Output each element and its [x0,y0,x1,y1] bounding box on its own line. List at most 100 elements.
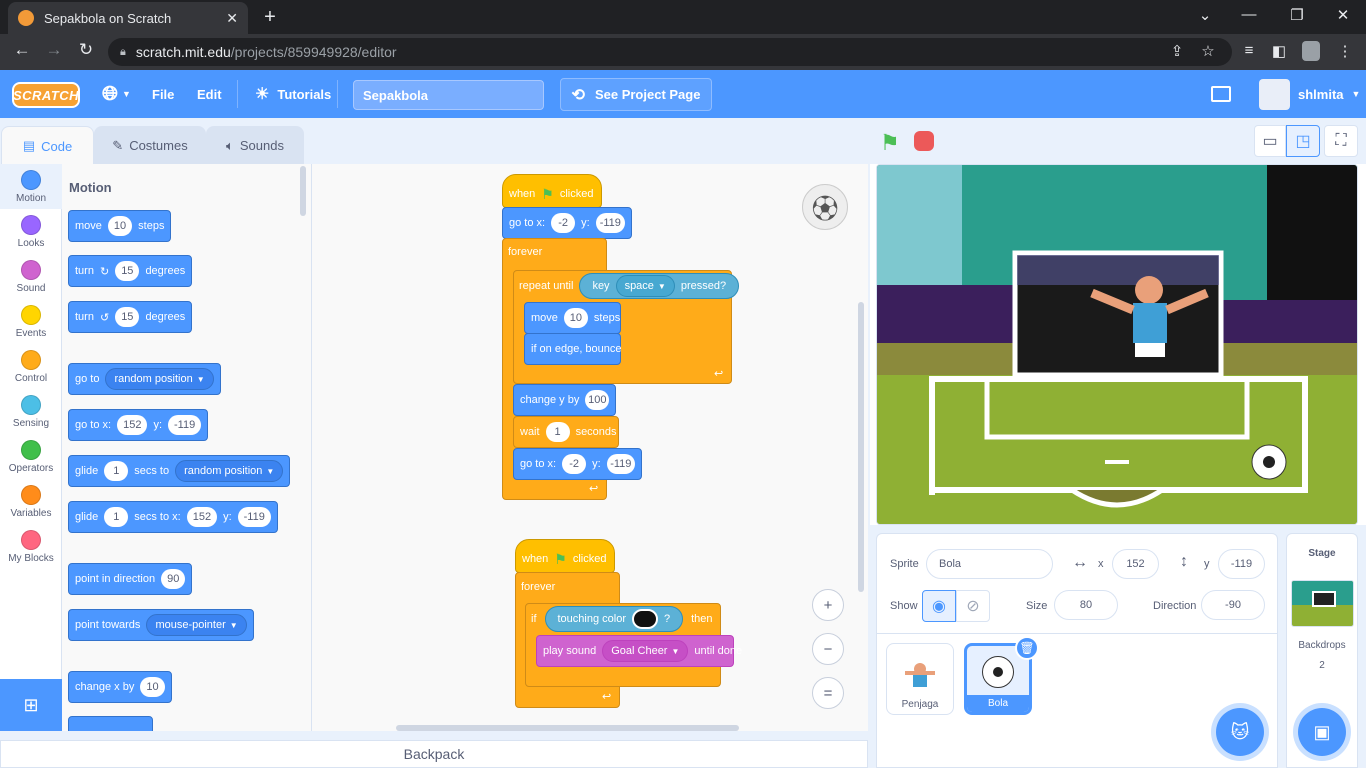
account-menu[interactable]: shlmita ▼ [1298,70,1360,118]
workspace-horizontal-scrollbar[interactable] [396,725,739,731]
forward-icon[interactable]: → [42,40,66,60]
number-input[interactable]: 1 [104,507,129,527]
green-flag-icon[interactable]: ⚑ [880,130,900,156]
block-wait-seconds[interactable]: wait 1 seconds [513,416,619,448]
number-input[interactable]: 100 [585,390,610,410]
delete-sprite-trash-icon[interactable]: 🗑︎ [1015,636,1039,660]
size-input[interactable]: 80 [1054,590,1118,620]
bookmark-star-icon[interactable]: ☆ [1197,42,1219,60]
number-input[interactable]: 1 [104,461,129,481]
file-menu[interactable]: File [152,70,174,118]
my-stuff-folder-icon[interactable] [1211,86,1231,102]
tab-sounds[interactable]: 🔈︎ Sounds [206,126,304,164]
address-bar[interactable]: 🔒︎ scratch.mit.edu/projects/859949928/ed… [108,38,1232,66]
block-change-x[interactable]: change x by 10 [68,671,172,703]
block-turn-left[interactable]: turn ↺ 15 degrees [68,301,193,333]
block-move-steps[interactable]: move 10 steps [524,302,621,334]
zoom-out-button[interactable]: − [812,633,844,665]
fullscreen-button[interactable]: ⛶ [1324,125,1358,157]
reload-icon[interactable]: ↻ [74,40,98,60]
number-input[interactable]: 152 [117,415,148,435]
add-extension-button[interactable]: ⊞ [0,679,62,731]
category-my-blocks[interactable]: My Blocks [0,524,62,569]
category-operators[interactable]: Operators [0,434,62,479]
see-project-page-button[interactable]: ⟲ See Project Page [560,78,712,111]
minimize-icon[interactable]: — [1234,6,1264,23]
choose-sprite-cat-button[interactable]: 🐱︎ [1216,708,1264,756]
target-dropdown[interactable]: random position ▼ [105,368,214,390]
touching-color-reporter[interactable]: touching color? [544,606,684,632]
tab-code[interactable]: ▤ Code [1,126,94,165]
show-sprite-eye-icon[interactable]: ◉ [922,590,956,622]
tab-close-icon[interactable]: ✕ [226,10,238,27]
category-sound[interactable]: Sound [0,254,62,299]
number-input[interactable]: 15 [115,261,140,281]
number-input[interactable]: 152 [186,507,218,527]
user-avatar[interactable] [1259,79,1290,110]
number-input[interactable]: -119 [595,213,625,233]
target-dropdown[interactable]: mouse-pointer ▼ [146,614,247,636]
sprite-tile-penjaga[interactable]: Penjaga [886,643,954,715]
block-goto-random[interactable]: go to random position ▼ [68,363,221,395]
profile-avatar-icon[interactable] [1302,41,1320,61]
block-move-steps[interactable]: move 10 steps [68,210,172,242]
block-if-on-edge-bounce[interactable]: if on edge, bounce [524,333,622,365]
when-flag-clicked-hat[interactable]: when ⚑ clicked [502,174,602,208]
sound-dropdown[interactable]: Goal Cheer ▼ [602,640,689,662]
number-input[interactable]: -119 [237,507,271,527]
side-panel-icon[interactable]: ◧ [1268,42,1290,60]
language-menu[interactable]: 🌐︎ ▼ [102,70,131,118]
number-input[interactable]: -2 [551,213,576,233]
tab-search-icon[interactable]: ⌄ [1190,6,1220,24]
share-icon[interactable]: ⇪ [1166,42,1188,60]
key-dropdown[interactable]: space ▼ [615,275,675,297]
backpack-bar[interactable]: Backpack [0,740,868,768]
number-input[interactable]: 90 [161,569,186,589]
stop-sign-icon[interactable] [914,131,934,151]
number-input[interactable]: 1 [545,422,570,442]
block-goto-xy[interactable]: go to x: -2 y: -119 [502,207,632,239]
project-title-input[interactable]: Sepakbola [353,80,544,110]
category-motion[interactable]: Motion [0,164,62,209]
block-turn-right[interactable]: turn ↻ 15 degrees [68,255,193,287]
block-glide-random[interactable]: glide 1 secs to random position ▼ [68,455,291,487]
number-input[interactable]: -119 [606,454,635,474]
large-stage-button[interactable]: ◳ [1286,125,1320,157]
number-input[interactable]: 10 [563,308,588,328]
sprite-name-input[interactable]: Bola [926,549,1053,579]
zoom-in-button[interactable]: + [812,589,844,621]
y-input[interactable]: -119 [1218,549,1265,579]
browser-tab[interactable]: Sepakbola on Scratch ✕ [8,2,248,34]
category-control[interactable]: Control [0,344,62,389]
hide-sprite-eye-icon[interactable]: ⊘ [956,590,990,622]
number-input[interactable]: -2 [562,454,587,474]
stage-canvas[interactable] [876,164,1358,525]
block-glide-xy[interactable]: glide 1 secs to x: 152 y: -119 [68,501,278,533]
new-tab-button[interactable]: + [258,6,282,29]
category-events[interactable]: Events [0,299,62,344]
block-point-towards[interactable]: point towards mouse-pointer ▼ [68,609,254,641]
block-goto-xy[interactable]: go to x: 152 y: -119 [68,409,209,441]
category-sensing[interactable]: Sensing [0,389,62,434]
block-goto-xy[interactable]: go to x: -2 y: -119 [513,448,642,480]
choose-backdrop-button[interactable]: ▣ [1298,708,1346,756]
block-play-sound-until-done[interactable]: play sound Goal Cheer ▼ until done [536,635,742,667]
script-workspace[interactable]: ⚽︎ when ⚑ clicked go to x: -2 y: -119 forever… [312,164,868,731]
target-dropdown[interactable]: random position ▼ [175,460,284,482]
category-looks[interactable]: Looks [0,209,62,254]
edit-menu[interactable]: Edit [197,70,222,118]
number-input[interactable]: 10 [140,677,165,697]
key-pressed-reporter[interactable]: key space ▼ pressed? [579,273,740,299]
block-point-direction[interactable]: point in direction 90 [68,563,193,595]
when-flag-clicked-hat[interactable]: when ⚑ clicked [515,539,615,573]
category-variables[interactable]: Variables [0,479,62,524]
workspace-vertical-scrollbar[interactable] [858,302,864,592]
browser-menu-icon[interactable]: ⋮ [1334,42,1356,60]
back-icon[interactable]: ← [10,40,34,60]
number-input[interactable]: -119 [168,415,202,435]
media-icon[interactable]: ≡ [1238,42,1260,59]
direction-input[interactable]: -90 [1201,590,1265,620]
block-set-x-partial[interactable] [68,716,153,731]
palette-scrollbar[interactable] [300,166,306,216]
number-input[interactable]: 10 [107,216,133,236]
